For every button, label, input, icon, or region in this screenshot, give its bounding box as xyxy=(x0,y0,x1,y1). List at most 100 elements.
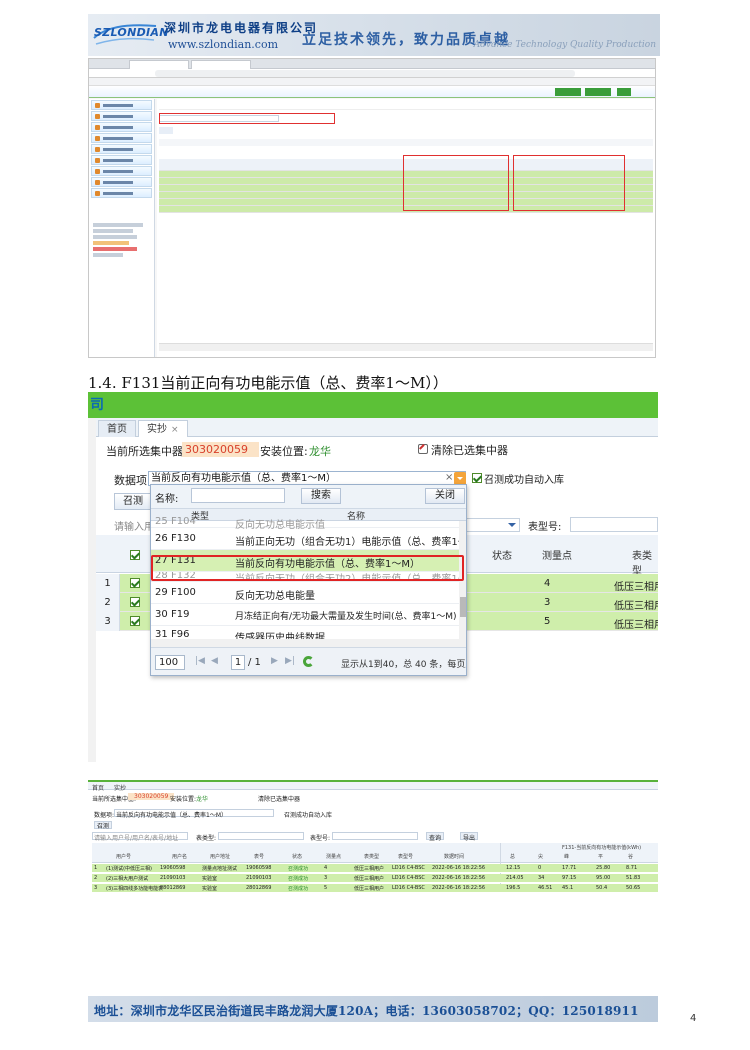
popup-search-bar: 名称: 搜索 关闭 xyxy=(151,485,466,509)
concentrator-row xyxy=(159,103,653,110)
select-all-checkbox[interactable] xyxy=(130,550,140,560)
clear-concentrator-link[interactable]: 清除已选集中器 xyxy=(431,442,508,458)
row-checkbox[interactable] xyxy=(130,597,140,607)
clear-icon[interactable] xyxy=(418,444,428,454)
refresh-icon[interactable] xyxy=(303,656,314,667)
red-highlight-box xyxy=(403,155,509,211)
logo-brand: SZLONDIAN xyxy=(94,26,169,39)
meter-type-select[interactable] xyxy=(218,832,304,840)
list-item[interactable]: 31F96传感器历史曲线数据 xyxy=(151,624,459,644)
search-placeholder: 请输入用户号/用户名/表号/地址 xyxy=(94,835,179,842)
app-header xyxy=(89,86,655,98)
row-checkbox[interactable] xyxy=(130,578,140,588)
col-measure-point: 测量点 xyxy=(542,551,572,562)
install-value: 龙华 xyxy=(196,796,209,803)
address-footer: 地址：深圳市龙华区民治街道民丰路龙润大厦120A；电话：13603058702；… xyxy=(88,996,658,1022)
page-input[interactable]: 1 xyxy=(231,655,245,670)
data-item-value: 当前反向有功电能示值（总、费率1～M） xyxy=(116,812,227,819)
table-row[interactable]: 2 (2)三相大用户测试 21090103 实验室 21090103 召测成功 … xyxy=(92,874,658,883)
browser-bookmarks-bar xyxy=(89,78,655,86)
page-total: / 1 xyxy=(248,657,261,668)
install-label: 安装位置: xyxy=(260,445,308,458)
next-page-icon[interactable]: ▶ xyxy=(271,656,278,666)
screenshot-browser-overview xyxy=(88,58,656,358)
browser-address-bar xyxy=(89,69,655,78)
sidebar-menu-item xyxy=(91,144,152,154)
screenshot-data-item-popup: 司 首页 实抄 × 当前所选集中器: 303020059 安装位置: 龙华 清除已… xyxy=(88,392,658,762)
data-item-label: 数据项: xyxy=(94,812,115,819)
group-header: F131-当前反向有功电能示值(kWh) xyxy=(562,845,642,851)
popup-search-button[interactable]: 搜索 xyxy=(301,488,341,504)
install-value: 龙华 xyxy=(309,445,331,458)
page-number: 4 xyxy=(690,1013,697,1024)
tab-home[interactable]: 首页 xyxy=(98,420,136,437)
company-logo: SZLONDIAN xyxy=(92,18,168,48)
row-checkbox[interactable] xyxy=(130,616,140,626)
auto-save-checkbox[interactable] xyxy=(472,473,482,483)
close-icon[interactable]: × xyxy=(171,425,179,435)
company-url: www.szlondian.com xyxy=(168,38,279,51)
sidebar-menu-item xyxy=(91,122,152,132)
concentrator-value: 303020059 xyxy=(182,442,259,457)
user-search-placeholder[interactable]: 请输入用 xyxy=(114,518,154,533)
list-item[interactable]: 25 F104 反向无功总电能示值 xyxy=(151,516,459,531)
list-item[interactable]: 26 F130 当前正向无功（组合无功1）电能示值（总、费率1～M） xyxy=(151,528,466,550)
prev-page-icon[interactable]: ◀ xyxy=(211,656,218,666)
list-item[interactable]: 29 F100 反向无功总电能量 xyxy=(151,582,459,604)
browser-tab xyxy=(191,60,251,69)
filter-row xyxy=(159,139,653,146)
popup-close-button[interactable]: 关闭 xyxy=(425,488,465,504)
call-button-label: 召测 xyxy=(97,823,110,830)
tab-home[interactable]: 首页 xyxy=(92,783,104,792)
meter-no-input[interactable] xyxy=(570,517,658,532)
meter-type-label: 表类型: xyxy=(196,835,217,842)
auto-save-label: 召测成功自动入库 xyxy=(284,812,333,819)
letterhead: SZLONDIAN 深圳市龙电电器有限公司 www.szlondian.com … xyxy=(88,14,660,56)
table-row[interactable]: 3 (3)三相四线多功能电能表 28012869 实验室 28012869 召测… xyxy=(92,884,658,893)
app-green-header: 司 xyxy=(88,392,658,418)
sidebar-menu-item xyxy=(91,166,152,176)
meter-no-input[interactable] xyxy=(332,832,418,840)
list-item[interactable]: 30 F19 月冻结正向有/无功最大需量及发生时间(总、费率1～M) xyxy=(151,604,459,626)
app-main xyxy=(157,99,655,357)
section-heading: 1.4. F131当前正向有功电能示值（总、费率1～M）） xyxy=(88,374,448,392)
sidebar-tree xyxy=(93,221,151,259)
page-size-select[interactable]: 100 xyxy=(155,655,185,670)
footer-text: 地址：深圳市龙华区民治街道民丰路龙润大厦120A；电话：13603058702；… xyxy=(94,1004,639,1018)
data-item-label: 数据项: xyxy=(114,474,151,487)
popup-horizontal-scrollbar[interactable] xyxy=(151,639,466,647)
left-strip xyxy=(88,418,96,762)
export-button-label: 导出 xyxy=(463,835,476,842)
meter-no-label: 表型号: xyxy=(528,522,562,533)
clear-concentrator-link[interactable]: 清除已选集中器 xyxy=(258,794,300,803)
sidebar-menu-item xyxy=(91,111,152,121)
screenshot-result-grid: 首页 实抄 当前所选集中器: 303020059 安装位置: 龙华 清除已选集中… xyxy=(88,780,658,895)
header-cropped-char: 司 xyxy=(90,397,104,413)
popup-name-input[interactable] xyxy=(191,488,285,503)
concentrator-label: 当前所选集中器: xyxy=(106,445,187,458)
red-highlight-box xyxy=(513,155,625,211)
company-name: 深圳市龙电电器有限公司 xyxy=(164,21,319,35)
col-meter-type: 表类型 xyxy=(632,551,652,577)
tab-read[interactable]: 实抄 × xyxy=(138,420,188,437)
last-page-icon[interactable]: ▶| xyxy=(285,656,295,666)
grid-pager xyxy=(159,343,653,351)
call-button[interactable]: 召测 xyxy=(114,493,152,510)
browser-tab xyxy=(129,60,189,69)
first-page-icon[interactable]: |◀ xyxy=(195,656,205,666)
auto-save-label: 召测成功自动入库 xyxy=(484,475,564,486)
table-row[interactable]: 1 (1)测试(中低压三相) 19060598 测量点地址测试 19060598… xyxy=(92,864,658,873)
tab-read[interactable]: 实抄 xyxy=(114,783,126,792)
app-tabs: 首页 实抄 × xyxy=(88,418,658,437)
sidebar-menu-item xyxy=(91,177,152,187)
combo-clear-icon[interactable]: × xyxy=(445,472,453,483)
app-sidebar xyxy=(89,99,155,357)
concentrator-value: 303020059 xyxy=(128,793,175,800)
col-status: 状态 xyxy=(492,551,512,562)
sidebar-menu-item xyxy=(91,188,152,198)
header-button xyxy=(617,88,631,96)
query-button-label: 查询 xyxy=(429,835,442,842)
popup-pager: 100 |◀ ◀ 1 / 1 ▶ ▶| 显示从1到40，总 40 条，每页显示: xyxy=(151,647,466,675)
meter-no-label: 表型号: xyxy=(310,835,331,842)
header-button xyxy=(585,88,611,96)
